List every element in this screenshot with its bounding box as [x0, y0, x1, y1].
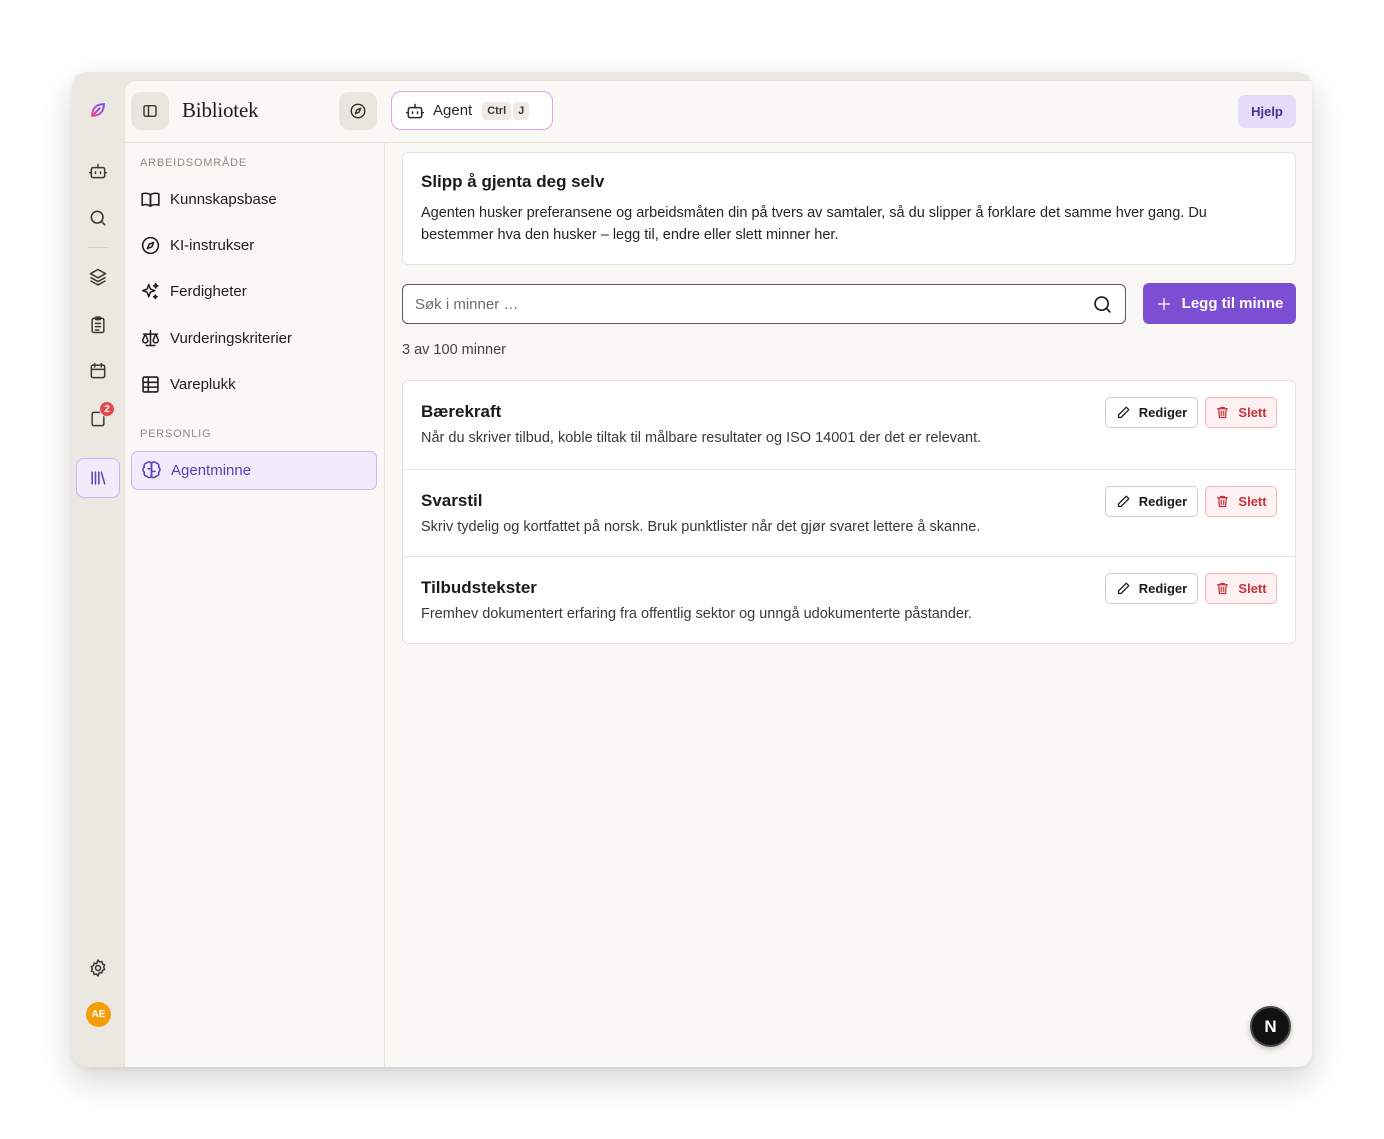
- delete-label: Slett: [1238, 581, 1267, 596]
- memory-list: Bærekraft Når du skriver tilbud, koble t…: [402, 380, 1296, 644]
- nav-item-label: Ferdigheter: [170, 283, 247, 300]
- delete-memory-button[interactable]: Slett: [1205, 486, 1277, 517]
- memory-text: Når du skriver tilbud, koble tiltak til …: [421, 430, 982, 446]
- nav-item-label: Vareplukk: [170, 376, 236, 393]
- memory-count: 3 av 100 minner: [402, 342, 506, 358]
- explore-button[interactable]: [339, 92, 377, 130]
- edit-memory-button[interactable]: Rediger: [1105, 573, 1198, 604]
- delete-label: Slett: [1238, 494, 1267, 509]
- clipboard-list-icon[interactable]: [76, 305, 120, 345]
- rail-divider: [88, 247, 108, 248]
- sparkles-icon: [141, 282, 159, 300]
- plus-icon: [1157, 297, 1170, 310]
- memory-row: Tilbudstekster Fremhev dokumentert erfar…: [403, 556, 1295, 644]
- page-title: Bibliotek: [182, 98, 259, 122]
- icon-rail: 2 AE: [72, 72, 124, 1067]
- trash-icon: [1217, 495, 1229, 508]
- nav-item-label: KI-instrukser: [170, 237, 255, 254]
- search-icon[interactable]: [1092, 294, 1113, 315]
- agent-button[interactable]: Agent Ctrl J: [391, 91, 553, 130]
- nav-item-label: Kunnskapsbase: [170, 191, 277, 208]
- main-panel: Bibliotek Agent Ctrl J Hjelp ARBEIDSOMRÅ…: [124, 80, 1312, 1067]
- trash-icon: [1217, 582, 1229, 595]
- search-icon[interactable]: [76, 198, 120, 238]
- intro-card: Slipp å gjenta deg selv Agenten husker p…: [402, 152, 1296, 265]
- memory-row: Svarstil Skriv tydelig og kortfattet på …: [403, 469, 1295, 557]
- pencil-icon: [1117, 406, 1130, 419]
- top-bar: Bibliotek Agent Ctrl J Hjelp: [125, 81, 1312, 143]
- add-memory-label: Legg til minne: [1181, 295, 1284, 312]
- scale-icon: [141, 329, 160, 347]
- nav-item-vurderingskriterier[interactable]: Vurderingskriterier: [131, 319, 377, 358]
- library-sidebar: ARBEIDSOMRÅDE Kunnskapsbase KI-instrukse…: [125, 143, 385, 1067]
- memory-title: Bærekraft: [421, 402, 502, 421]
- table-icon: [142, 376, 159, 393]
- agent-bot-icon[interactable]: [76, 151, 120, 191]
- memory-text: Fremhev dokumentert erfaring fra offentl…: [421, 606, 973, 622]
- shortcut-j-key: J: [513, 101, 530, 120]
- delete-memory-button[interactable]: Slett: [1205, 397, 1277, 428]
- settings-gear-icon[interactable]: [76, 948, 120, 988]
- agent-label: Agent: [433, 102, 473, 119]
- pencil-icon: [1117, 495, 1130, 508]
- edit-label: Rediger: [1138, 494, 1188, 509]
- pencil-icon: [1117, 582, 1130, 595]
- add-memory-button[interactable]: Legg til minne: [1143, 283, 1296, 324]
- memory-text: Skriv tydelig og kortfattet på norsk. Br…: [421, 519, 981, 535]
- help-button[interactable]: Hjelp: [1238, 95, 1296, 128]
- app-logo-icon[interactable]: [76, 90, 120, 130]
- section-label-personal: PERSONLIG: [140, 428, 212, 440]
- layers-icon[interactable]: [76, 257, 120, 297]
- compass-icon: [350, 103, 366, 119]
- edit-label: Rediger: [1138, 581, 1188, 596]
- app-window: 2 AE Bibliotek Agent Ctrl J Hjelp ARBEID…: [72, 72, 1312, 1067]
- edit-memory-button[interactable]: Rediger: [1105, 486, 1198, 517]
- nav-item-ferdigheter[interactable]: Ferdigheter: [131, 272, 377, 311]
- toggle-sidebar-button[interactable]: [131, 92, 169, 130]
- library-icon[interactable]: [76, 458, 120, 498]
- nav-item-kunnskapsbase[interactable]: Kunnskapsbase: [131, 180, 377, 219]
- book-open-icon: [141, 192, 160, 207]
- nav-item-label: Agentminne: [171, 462, 252, 479]
- intro-title: Slipp å gjenta deg selv: [421, 172, 605, 191]
- edit-label: Rediger: [1138, 405, 1188, 420]
- dev-tools-button[interactable]: N: [1250, 1006, 1291, 1047]
- brain-icon: [142, 461, 161, 479]
- keyboard-shortcut: Ctrl J: [482, 101, 530, 120]
- user-avatar[interactable]: AE: [86, 1002, 111, 1027]
- nav-item-agentminne[interactable]: Agentminne: [131, 451, 377, 490]
- inbox-icon[interactable]: 2: [76, 399, 120, 439]
- agent-bot-icon: [405, 103, 425, 118]
- delete-memory-button[interactable]: Slett: [1205, 573, 1277, 604]
- section-label-workspace: ARBEIDSOMRÅDE: [140, 157, 247, 169]
- calendar-icon[interactable]: [76, 351, 120, 391]
- intro-text: Agenten husker preferansene og arbeidsmå…: [421, 205, 1207, 243]
- trash-icon: [1217, 406, 1229, 419]
- notification-badge: 2: [99, 401, 115, 417]
- nav-item-label: Vurderingskriterier: [170, 330, 292, 347]
- memory-title: Tilbudstekster: [421, 578, 537, 597]
- nav-item-vareplukk[interactable]: Vareplukk: [131, 365, 377, 404]
- edit-memory-button[interactable]: Rediger: [1105, 397, 1198, 428]
- memory-row: Bærekraft Når du skriver tilbud, koble t…: [403, 381, 1295, 469]
- search-field: [402, 284, 1126, 324]
- delete-label: Slett: [1238, 405, 1267, 420]
- search-input[interactable]: [403, 285, 1125, 323]
- shortcut-ctrl-key: Ctrl: [482, 101, 512, 120]
- compass-icon: [141, 236, 160, 255]
- nav-item-ki-instrukser[interactable]: KI-instrukser: [131, 226, 377, 265]
- memory-title: Svarstil: [421, 491, 483, 510]
- sidebar-panel-icon: [143, 105, 157, 117]
